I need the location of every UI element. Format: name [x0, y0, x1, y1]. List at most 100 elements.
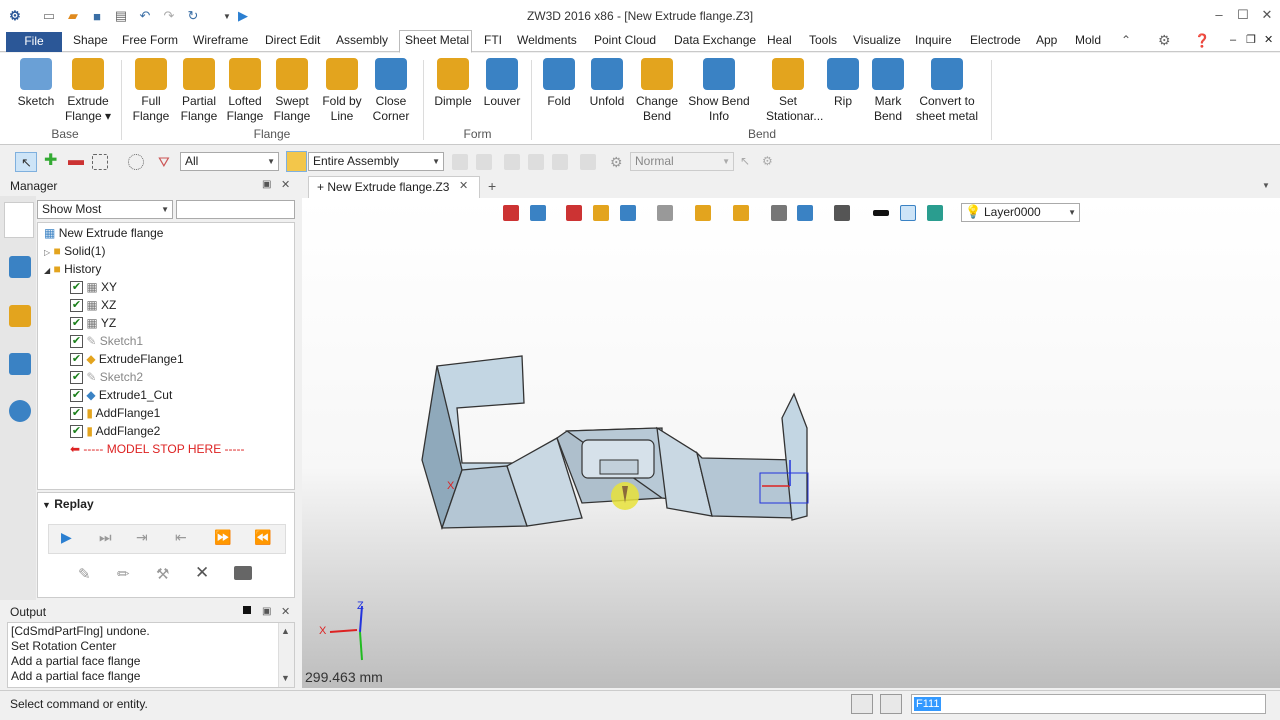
- part-tab-icon[interactable]: [9, 305, 31, 327]
- view-tool-icon[interactable]: [620, 205, 636, 221]
- view-tool-icon[interactable]: [530, 205, 546, 221]
- checkbox-icon[interactable]: ✔: [70, 335, 83, 349]
- checkbox-icon[interactable]: ✔: [70, 425, 83, 439]
- checkbox-icon[interactable]: ✔: [70, 371, 83, 385]
- view-tool-icon[interactable]: [900, 205, 916, 221]
- ribbon-button-mark[interactable]: Mark Bend: [866, 58, 910, 124]
- box-select-icon[interactable]: [92, 154, 108, 170]
- history-tree-tab-icon[interactable]: [4, 202, 34, 238]
- checkbox-icon[interactable]: ✔: [70, 389, 83, 403]
- ribbon-button-convert-to[interactable]: Convert to sheet metal: [912, 58, 982, 124]
- delete-icon[interactable]: ✕: [195, 563, 209, 583]
- menu-app[interactable]: App: [1036, 30, 1057, 52]
- add-icon[interactable]: ✚: [44, 153, 60, 170]
- run-icon[interactable]: ▶: [234, 7, 252, 25]
- lasso-icon[interactable]: [128, 154, 144, 170]
- edit-icon[interactable]: ✏: [117, 565, 130, 583]
- undo-icon[interactable]: ↶: [136, 7, 154, 25]
- manager-search-input[interactable]: [176, 200, 295, 219]
- redo-icon[interactable]: ↷: [160, 7, 178, 25]
- ribbon-button-rip[interactable]: Rip: [824, 58, 862, 109]
- pick-gear-icon[interactable]: ⚙: [762, 154, 778, 170]
- view-tool-icon[interactable]: [503, 205, 519, 221]
- history-item[interactable]: ✔ ▦ XZ: [70, 296, 116, 314]
- stop-icon[interactable]: [234, 566, 252, 580]
- new-tab-icon[interactable]: +: [488, 178, 496, 194]
- checkbox-icon[interactable]: ✔: [70, 317, 83, 331]
- menu-visualize[interactable]: Visualize: [853, 30, 901, 52]
- step-back-icon[interactable]: ⇤: [175, 529, 187, 546]
- ribbon-button-fold[interactable]: Fold: [540, 58, 578, 109]
- ribbon-button-fold-by[interactable]: Fold by Line: [318, 58, 366, 124]
- ribbon-button-close[interactable]: Close Corner: [368, 58, 414, 124]
- menu-weldments[interactable]: Weldments: [517, 30, 577, 52]
- ribbon-button-dimple[interactable]: Dimple: [432, 58, 474, 109]
- tree-history[interactable]: ◢ ■ History: [44, 260, 101, 278]
- menu-sheet-metal[interactable]: Sheet Metal: [405, 30, 469, 52]
- menu-electrode[interactable]: Electrode: [970, 30, 1021, 52]
- history-item[interactable]: ✔ ▮ AddFlange2: [70, 422, 160, 440]
- checkbox-icon[interactable]: ✔: [70, 353, 83, 367]
- mode-combo[interactable]: Normal ▼: [630, 152, 734, 171]
- menu-assembly[interactable]: Assembly: [336, 30, 388, 52]
- panel-float-icon[interactable]: ▣: [262, 179, 271, 190]
- history-item[interactable]: ✔ ▮ AddFlange1: [70, 404, 160, 422]
- save-icon[interactable]: ■: [88, 7, 106, 25]
- view-tool-icon[interactable]: [927, 205, 943, 221]
- step-icon[interactable]: ⏭: [99, 529, 112, 546]
- lightbulb-icon[interactable]: 💡: [965, 204, 981, 220]
- panel-close-icon[interactable]: ✕: [281, 605, 290, 618]
- menu-free-form[interactable]: Free Form: [122, 30, 178, 52]
- command-input[interactable]: [911, 694, 1266, 714]
- ribbon-button-extrude[interactable]: Extrude Flange ▾: [62, 58, 114, 124]
- scroll-down-icon[interactable]: ▼: [281, 673, 290, 683]
- rotate-icon[interactable]: ↻: [184, 7, 202, 25]
- pick-icon[interactable]: ↖: [740, 154, 756, 170]
- collapse-icon[interactable]: ◢: [44, 266, 50, 275]
- import-tab-icon[interactable]: [9, 353, 31, 375]
- help-icon[interactable]: ❓: [1194, 30, 1210, 52]
- close-icon[interactable]: ✕: [1254, 4, 1280, 26]
- step-over-icon[interactable]: ⇥: [136, 529, 148, 546]
- history-item[interactable]: ✔ ▦ YZ: [70, 314, 116, 332]
- menu-fti[interactable]: FTI: [484, 30, 502, 52]
- tree-root[interactable]: ▦ New Extrude flange: [44, 224, 163, 242]
- history-item[interactable]: ✔ ◆ Extrude1_Cut: [70, 386, 172, 404]
- filter-icon[interactable]: ⛛: [158, 154, 174, 170]
- scroll-up-icon[interactable]: ▲: [281, 626, 290, 636]
- minimize-icon[interactable]: –: [1206, 4, 1232, 26]
- menu-heal[interactable]: Heal: [767, 30, 792, 52]
- view-tool-icon[interactable]: [657, 205, 673, 221]
- view-tool-icon[interactable]: [733, 205, 749, 221]
- collapse-ribbon-icon[interactable]: ⌃: [1121, 30, 1131, 52]
- ribbon-button-partial[interactable]: Partial Flange: [178, 58, 220, 124]
- 3d-viewport[interactable]: [302, 198, 1280, 688]
- filter-combo[interactable]: All ▼: [180, 152, 279, 171]
- play-icon[interactable]: ▶: [61, 529, 72, 546]
- toolbar-tool-icon[interactable]: [452, 154, 468, 170]
- toolbar-tool-icon[interactable]: [504, 154, 520, 170]
- toolbar-tool-icon[interactable]: [580, 154, 596, 170]
- ribbon-button-set[interactable]: Set Stationar...: [766, 58, 823, 124]
- print-icon[interactable]: ▤: [112, 7, 130, 25]
- status-toggle-icon[interactable]: [851, 694, 873, 714]
- history-item[interactable]: ✔ ✎ Sketch2: [70, 368, 143, 386]
- history-item[interactable]: ✔ ✎ Sketch1: [70, 332, 143, 350]
- doc-restore-icon[interactable]: ❐: [1246, 30, 1256, 52]
- view-tool-icon[interactable]: [771, 205, 787, 221]
- view-tool-icon[interactable]: [797, 205, 813, 221]
- checkbox-icon[interactable]: ✔: [70, 281, 83, 295]
- menu-shape[interactable]: Shape: [73, 30, 108, 52]
- ribbon-button-sketch[interactable]: Sketch: [14, 58, 58, 109]
- maximize-icon[interactable]: ☐: [1230, 4, 1256, 26]
- ribbon-button-show-bend[interactable]: Show Bend Info: [686, 58, 752, 124]
- doc-tab[interactable]: + New Extrude flange.Z3: [308, 176, 480, 198]
- remove-icon[interactable]: ▬: [68, 153, 84, 170]
- ribbon-button-louver[interactable]: Louver: [482, 58, 522, 109]
- view-tool-icon[interactable]: [593, 205, 609, 221]
- assembly-tab-icon[interactable]: [9, 256, 31, 278]
- open-file-icon[interactable]: ▰: [64, 7, 82, 25]
- ribbon-button-change[interactable]: Change Bend: [634, 58, 680, 124]
- view-tool-icon[interactable]: [834, 205, 850, 221]
- user-tab-icon[interactable]: [9, 400, 31, 422]
